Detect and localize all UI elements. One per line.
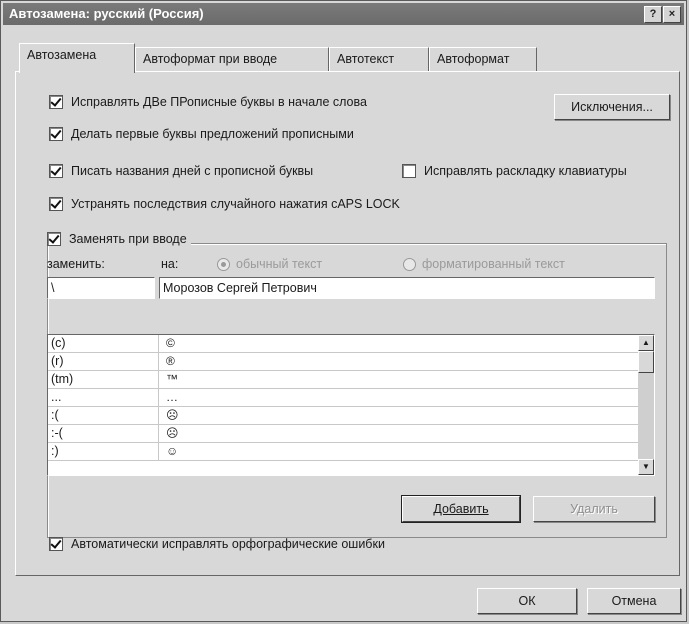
with-input[interactable]: Морозов Сергей Петрович [159,277,655,299]
checkbox[interactable] [49,537,63,551]
option-label: Устранять последствия случайного нажатия… [71,197,400,211]
tab-label: Автозамена [27,48,97,62]
radio-formatted-text[interactable]: форматированный текст [403,257,565,271]
list-from: :( [51,408,59,422]
list-from: :-( [51,426,63,440]
tab-autoformat-as-type[interactable]: Автоформат при вводе [135,47,329,71]
ok-button[interactable]: ОК [477,588,577,614]
cancel-button[interactable]: Отмена [587,588,681,614]
checkbox[interactable] [49,127,63,141]
list-from: (c) [51,336,66,350]
autocorrect-dialog: Автозамена: русский (Россия) ? × Автозам… [0,0,687,622]
checkbox[interactable] [402,164,416,178]
window-title: Автозамена: русский (Россия) [9,6,204,21]
list-to: ☺ [166,444,179,458]
list-to: ™ [166,372,178,386]
list-item[interactable]: :-( ☹ [48,425,638,443]
list-to: … [166,390,178,404]
option-label: Писать названия дней с прописной буквы [71,164,314,178]
option-spell-check[interactable]: Автоматически исправлять орфографические… [49,537,385,551]
option-label: Исправлять раскладку клавиатуры [424,164,627,178]
radio-label: обычный текст [236,257,323,271]
option-caps-lock[interactable]: Устранять последствия случайного нажатия… [49,197,400,211]
list-item[interactable]: (tm) ™ [48,371,638,389]
tab-label: Автоформат при вводе [143,52,278,66]
autocorrect-list[interactable]: (c) © (r) ® (tm) ™ ... … :( ☹ :-( ☹ :) ☺ ▲ ▼ [47,334,655,476]
list-item[interactable]: (c) © [48,335,638,353]
exceptions-button[interactable]: Исключения... [554,94,670,120]
list-item[interactable]: ... … [48,389,638,407]
option-label: Делать первые буквы предложений прописны… [71,127,354,141]
tab-label: Автотекст [337,52,395,66]
replace-input[interactable]: \ [47,277,155,299]
list-from: :) [51,444,59,458]
radio-label: форматированный текст [422,257,565,271]
option-label: Автоматически исправлять орфографические… [71,537,385,551]
option-replace-as-type[interactable]: Заменять при вводе [47,232,191,246]
checkbox[interactable] [49,197,63,211]
list-scrollbar[interactable]: ▲ ▼ [638,335,654,475]
tab-autoformat[interactable]: Автоформат [429,47,537,71]
tab-autotext[interactable]: Автотекст [329,47,429,71]
close-button[interactable]: × [663,6,681,23]
with-label: на: [161,257,179,271]
option-first-letter[interactable]: Делать первые буквы предложений прописны… [49,127,354,141]
add-button-label: Добавить [433,502,489,516]
help-button[interactable]: ? [644,6,662,23]
list-from: (r) [51,354,64,368]
radio-button[interactable] [217,257,230,271]
scroll-thumb[interactable] [638,351,654,373]
title-bar: Автозамена: русский (Россия) ? × [3,3,684,25]
option-keyboard-layout[interactable]: Исправлять раскладку клавиатуры [402,164,627,178]
list-item[interactable]: :( ☹ [48,407,638,425]
list-from: (tm) [51,372,74,386]
list-to: ☹ [166,426,179,440]
option-day-names[interactable]: Писать названия дней с прописной буквы [49,164,313,178]
option-label: Заменять при вводе [69,232,187,246]
scroll-down-arrow-icon[interactable]: ▼ [638,459,654,475]
checkbox[interactable] [49,164,63,178]
scroll-up-arrow-icon[interactable]: ▲ [638,335,654,351]
list-item[interactable]: :) ☺ [48,443,638,461]
list-item[interactable]: (r) ® [48,353,638,371]
list-to: ® [166,354,175,368]
delete-button[interactable]: Удалить [533,496,655,522]
checkbox[interactable] [49,95,63,109]
option-label: Исправлять ДВе ПРописные буквы в начале … [71,95,367,109]
option-two-caps[interactable]: Исправлять ДВе ПРописные буквы в начале … [49,95,367,109]
radio-button[interactable] [403,257,416,271]
list-from: ... [51,390,62,404]
add-button[interactable]: Добавить [401,495,521,523]
tab-autocorrect[interactable]: Автозамена [19,43,135,73]
replace-label: заменить: [47,257,105,271]
tab-label: Автоформат [437,52,510,66]
radio-plain-text[interactable]: обычный текст [217,257,322,271]
list-to: © [166,336,175,350]
list-to: ☹ [166,408,179,422]
checkbox[interactable] [47,232,61,246]
